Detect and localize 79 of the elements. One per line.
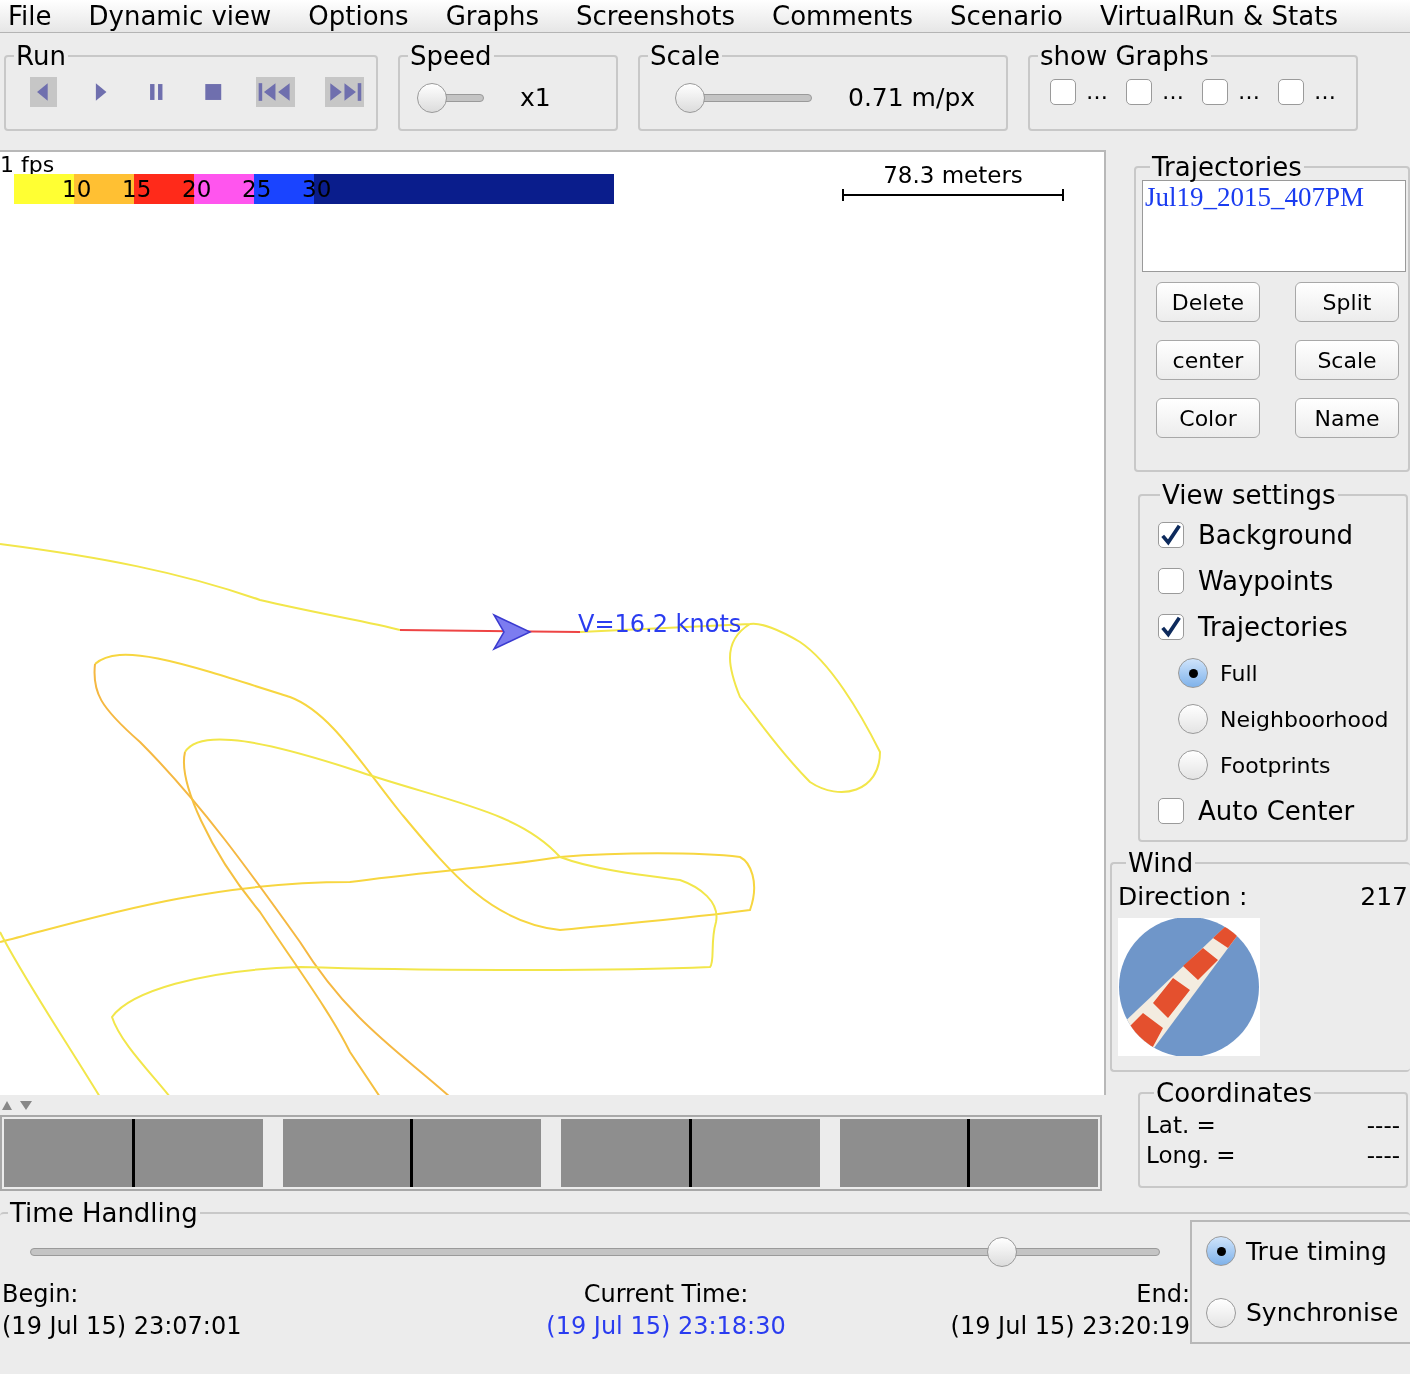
action-button[interactable]: Scale xyxy=(1295,340,1399,380)
menu-item[interactable]: VirtualRun & Stats xyxy=(1100,3,1338,29)
group-title: View settings xyxy=(1161,482,1337,508)
begin-label: Begin: xyxy=(2,1279,80,1310)
direction-label: Direction : xyxy=(1118,881,1248,913)
speed-value: x1 xyxy=(520,82,551,114)
action-button[interactable]: Color xyxy=(1156,398,1260,438)
coordinate-label: Lat. = xyxy=(1146,1110,1216,1140)
graph-option-label: … xyxy=(1314,78,1336,106)
graph-option-label: … xyxy=(1086,78,1108,106)
group-title: Wind xyxy=(1127,850,1195,876)
current-time-label: Current Time: xyxy=(583,1279,749,1310)
action-button[interactable]: Split xyxy=(1295,282,1399,322)
menu-item[interactable]: File xyxy=(8,3,52,29)
checkbox[interactable] xyxy=(1050,78,1076,105)
end-label: End: xyxy=(1136,1279,1190,1310)
scale-bar-label: 78.3 meters xyxy=(883,164,1023,187)
windsock-icon xyxy=(1118,917,1260,1056)
begin-time: (19 Jul 15) 23:07:01 xyxy=(2,1311,242,1342)
direction-value: 217 xyxy=(1360,881,1409,913)
option-label: Waypoints xyxy=(1198,564,1334,598)
slider-thumb[interactable] xyxy=(416,82,447,113)
checkbox[interactable] xyxy=(1158,568,1184,594)
menu-item[interactable]: Comments xyxy=(772,3,913,29)
radio-button[interactable] xyxy=(1178,704,1208,734)
option-label: Footprints xyxy=(1220,751,1331,780)
checkbox[interactable] xyxy=(1202,78,1228,105)
radio-button[interactable] xyxy=(1178,750,1208,780)
checkbox[interactable] xyxy=(1126,78,1152,105)
current-time: (19 Jul 15) 23:18:30 xyxy=(546,1311,786,1342)
coordinate-value: ---- xyxy=(1366,1110,1400,1140)
menu-item[interactable]: Scenario xyxy=(949,3,1063,29)
checkmark-icon xyxy=(1159,523,1183,547)
direction-arrow-icon xyxy=(492,612,532,652)
radio-button[interactable] xyxy=(1206,1297,1236,1328)
group-title: Coordinates xyxy=(1155,1080,1314,1106)
graph-option-label: … xyxy=(1238,78,1260,106)
menu-item[interactable]: Screenshots xyxy=(575,3,736,29)
splitter-arrows-icon[interactable] xyxy=(2,1099,34,1111)
slider-thumb[interactable] xyxy=(986,1237,1017,1267)
rewind-icon[interactable] xyxy=(256,77,296,107)
menu-item[interactable]: Options xyxy=(308,3,409,29)
graph-option-label: … xyxy=(1162,78,1184,106)
legend-value: 10 xyxy=(62,177,92,201)
group-title: show Graphs xyxy=(1039,43,1210,69)
coordinate-value: ---- xyxy=(1366,1140,1400,1170)
group-title: Trajectories xyxy=(1151,154,1303,180)
menu-item[interactable]: Graphs xyxy=(445,3,539,29)
checkbox[interactable] xyxy=(1278,78,1304,105)
action-button[interactable]: Name xyxy=(1295,398,1399,438)
fast-forward-icon[interactable] xyxy=(325,77,364,107)
option-label: Auto Center xyxy=(1198,794,1355,828)
group-title: Speed xyxy=(409,43,493,69)
group-title: Scale xyxy=(649,43,721,69)
end-time: (19 Jul 15) 23:20:19 xyxy=(950,1311,1190,1342)
checkbox[interactable] xyxy=(1158,614,1184,640)
group-title: Time Handling xyxy=(9,1200,199,1226)
scale-value: 0.71 m/px xyxy=(848,82,976,114)
coordinate-label: Long. = xyxy=(1146,1140,1236,1170)
timing-option-label: Synchronise xyxy=(1246,1297,1399,1329)
slider-thumb[interactable] xyxy=(675,82,706,113)
option-label: Full xyxy=(1220,659,1258,688)
scale-bar-icon xyxy=(842,187,1064,203)
checkmark-icon xyxy=(1159,615,1183,639)
step-back-icon[interactable] xyxy=(30,77,57,107)
action-button[interactable]: center xyxy=(1156,340,1260,380)
action-button[interactable]: Delete xyxy=(1156,282,1260,322)
radio-button[interactable] xyxy=(1206,1236,1236,1267)
option-label: Trajectories xyxy=(1198,610,1348,644)
checkbox[interactable] xyxy=(1158,798,1184,824)
option-label: Neighboorhood xyxy=(1220,705,1389,734)
group-title: Run xyxy=(15,43,67,69)
radio-button[interactable] xyxy=(1178,658,1208,688)
menu-item[interactable]: Dynamic view xyxy=(88,3,272,29)
timing-option-label: True timing xyxy=(1246,1235,1387,1268)
option-label: Background xyxy=(1198,518,1354,552)
fps-label: 1 fps xyxy=(0,154,55,176)
checkbox[interactable] xyxy=(1158,522,1184,548)
trajectory-list-item[interactable]: Jul19_2015_407PM xyxy=(1143,181,1405,215)
